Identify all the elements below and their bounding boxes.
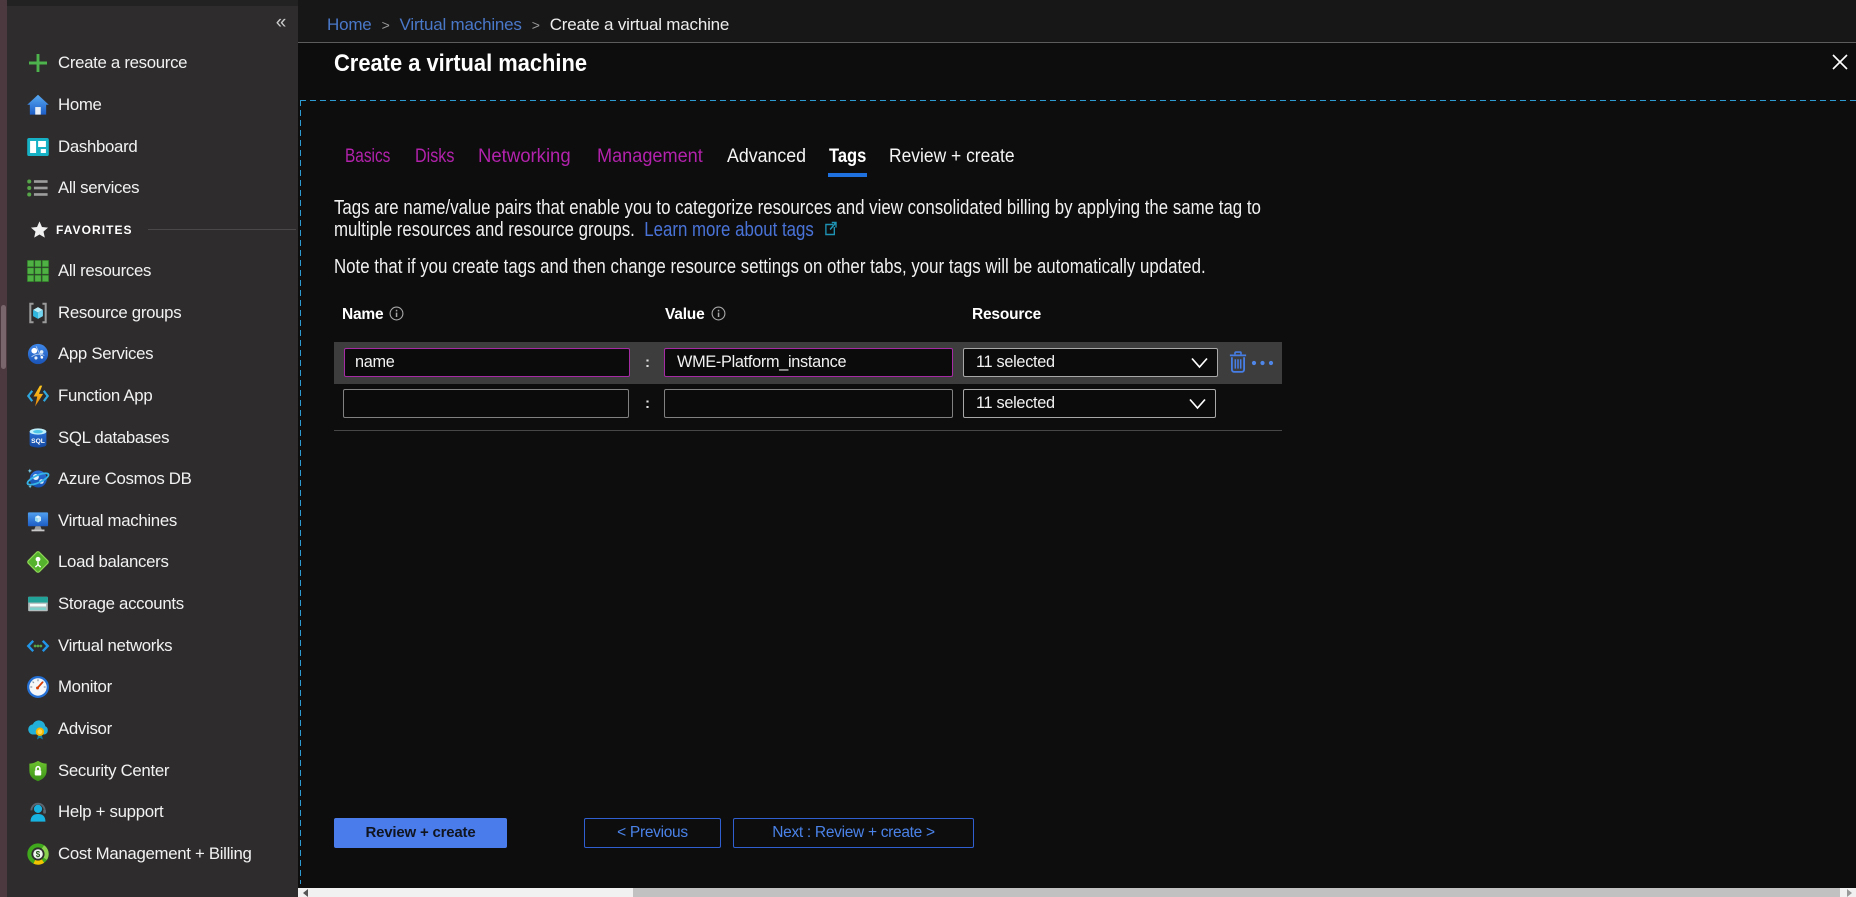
svg-text:SQL: SQL — [31, 437, 45, 444]
svg-text:$: $ — [36, 849, 41, 858]
